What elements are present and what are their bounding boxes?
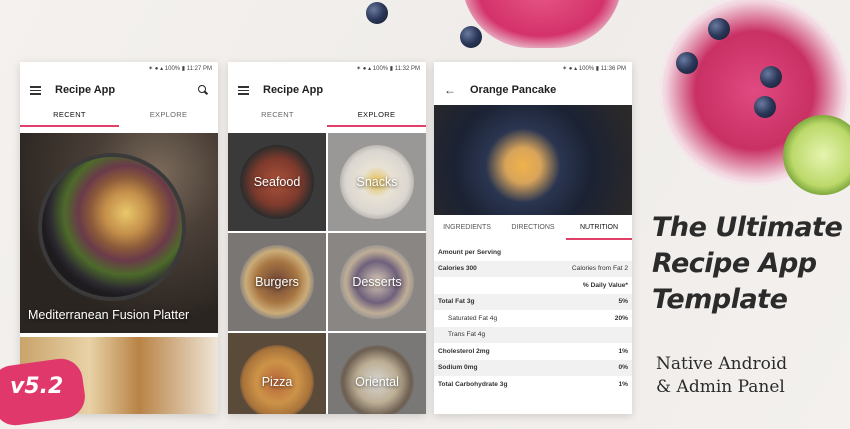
featured-recipe-title: Mediterranean Fusion Platter: [28, 308, 190, 322]
phone-recipe-detail-screen: ✶ ● ▴ 100% ▮ 11:36 PM ← Orange Pancake I…: [434, 62, 632, 414]
nutrition-row: Sodium 0mg 0%: [434, 359, 632, 376]
headline-line: Template: [652, 284, 788, 315]
nutrition-value: 5%: [618, 298, 628, 306]
nutrition-row: Calories 300 Calories from Fat 2: [434, 260, 632, 277]
drink-glass-top-image: [462, 0, 622, 48]
tab-recent[interactable]: RECENT: [228, 105, 327, 127]
category-burgers[interactable]: Burgers: [228, 233, 326, 331]
category-label: Oriental: [355, 375, 399, 389]
tab-ingredients[interactable]: INGREDIENTS: [434, 218, 500, 240]
blueberry-image: [366, 2, 388, 24]
category-label: Snacks: [356, 175, 398, 189]
status-bar: ✶ ● ▴ 100% ▮ 11:27 PM: [148, 66, 212, 72]
nutrition-row: Total Carbohydrate 3g 1%: [434, 376, 632, 393]
nutrition-label: Cholesterol 2mg: [438, 347, 490, 355]
nutrition-label: Saturated Fat 4g: [448, 314, 498, 322]
phone-explore-screen: ✶ ● ▴ 100% ▮ 11:32 PM Recipe App RECENT …: [228, 62, 426, 414]
blueberry-image: [708, 18, 730, 40]
blueberry-image: [676, 52, 698, 74]
nutrition-row: Amount per Serving: [434, 244, 632, 261]
app-title: Recipe App: [55, 84, 116, 96]
nutrition-table: Amount per Serving Calories 300 Calories …: [434, 244, 632, 393]
nutrition-row: Saturated Fat 4g 20%: [434, 310, 632, 327]
menu-icon[interactable]: [30, 86, 41, 95]
subline-line: & Admin Panel: [656, 377, 785, 397]
nutrition-value: % Daily Value*: [582, 281, 628, 289]
blueberry-image: [754, 96, 776, 118]
back-arrow-icon[interactable]: ←: [444, 83, 456, 97]
category-label: Burgers: [255, 275, 299, 289]
nutrition-value: 1%: [618, 347, 628, 355]
recipe-image: [42, 157, 182, 297]
status-bar: ✶ ● ▴ 100% ▮ 11:32 PM: [356, 66, 420, 72]
app-title: Recipe App: [263, 84, 324, 96]
detail-tab-bar: INGREDIENTS DIRECTIONS NUTRITION: [434, 218, 632, 240]
nutrition-row: Trans Fat 4g: [434, 326, 632, 343]
tab-nutrition[interactable]: NUTRITION: [566, 218, 632, 240]
recipe-hero-image: [434, 105, 632, 215]
subline-line: Native Android: [656, 354, 788, 374]
blueberry-image: [460, 26, 482, 48]
nutrition-value: 0%: [618, 364, 628, 372]
nutrition-row: % Daily Value*: [434, 277, 632, 294]
nutrition-value: 1%: [618, 380, 628, 388]
featured-recipe-card[interactable]: Mediterranean Fusion Platter: [20, 133, 218, 333]
headline-line: Recipe App: [652, 248, 817, 279]
app-bar: Recipe App: [20, 75, 218, 105]
app-bar: Recipe App: [228, 75, 426, 105]
category-snacks[interactable]: Snacks: [328, 133, 426, 231]
tab-explore[interactable]: EXPLORE: [119, 105, 218, 127]
lime-slice-image: [783, 115, 850, 195]
nutrition-label: Trans Fat 4g: [448, 331, 486, 339]
nutrition-value: Calories from Fat 2: [571, 265, 628, 273]
nutrition-label: Amount per Serving: [438, 248, 502, 256]
category-pizza[interactable]: Pizza: [228, 333, 326, 414]
tab-bar: RECENT EXPLORE: [228, 105, 426, 127]
blueberry-image: [760, 66, 782, 88]
category-oriental[interactable]: Oriental: [328, 333, 426, 414]
category-label: Desserts: [352, 275, 402, 289]
tab-recent[interactable]: RECENT: [20, 105, 119, 127]
category-label: Seafood: [253, 175, 301, 189]
search-icon[interactable]: [198, 85, 208, 95]
nutrition-row: Total Fat 3g 5%: [434, 293, 632, 310]
nutrition-label: Calories 300: [438, 265, 477, 273]
nutrition-row: Cholesterol 2mg 1%: [434, 343, 632, 360]
nutrition-label: Total Fat 3g: [438, 298, 475, 306]
recipe-title: Orange Pancake: [470, 84, 557, 96]
headline-line: The Ultimate: [652, 212, 843, 243]
tab-explore[interactable]: EXPLORE: [327, 105, 426, 127]
nutrition-label: Sodium 0mg: [438, 364, 478, 372]
tab-bar: RECENT EXPLORE: [20, 105, 218, 127]
tab-directions[interactable]: DIRECTIONS: [500, 218, 566, 240]
category-label: Pizza: [261, 375, 293, 389]
app-bar: ← Orange Pancake: [434, 75, 632, 105]
menu-icon[interactable]: [238, 86, 249, 95]
category-desserts[interactable]: Desserts: [328, 233, 426, 331]
version-badge-label: v5.2: [10, 374, 64, 399]
status-bar: ✶ ● ▴ 100% ▮ 11:36 PM: [562, 66, 626, 72]
category-seafood[interactable]: Seafood: [228, 133, 326, 231]
promo-subline: Native Android & Admin Panel: [656, 353, 787, 399]
promo-headline: The Ultimate Recipe App Template: [652, 210, 843, 318]
category-grid: Seafood Snacks Burgers Desserts Pizza Or…: [228, 133, 426, 414]
nutrition-label: Total Carbohydrate 3g: [438, 380, 508, 388]
nutrition-value: 20%: [614, 314, 628, 322]
